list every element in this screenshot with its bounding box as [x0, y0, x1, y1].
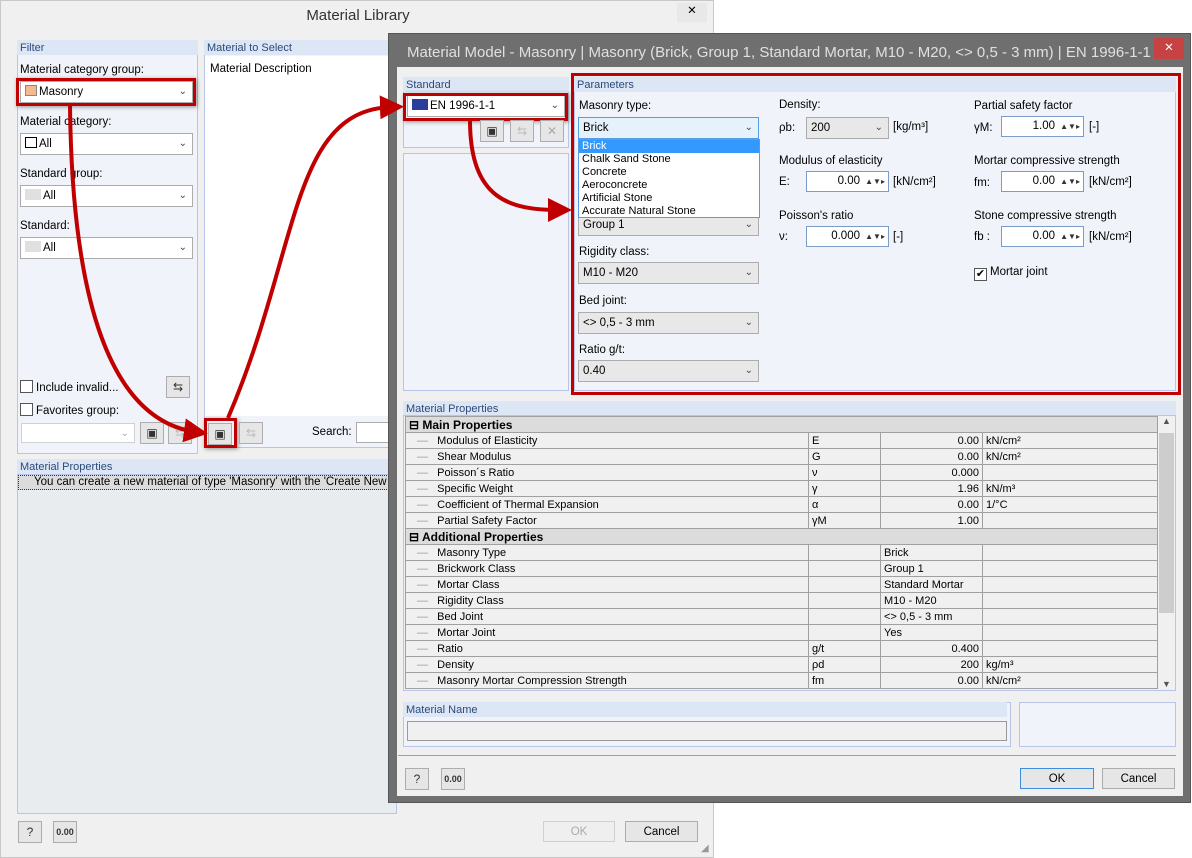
arrow-filter-to-new — [68, 104, 208, 443]
annotation-arrows — [68, 95, 572, 443]
arrow-new-to-standard — [226, 95, 404, 419]
arrow-standard-to-parameters — [468, 119, 572, 222]
